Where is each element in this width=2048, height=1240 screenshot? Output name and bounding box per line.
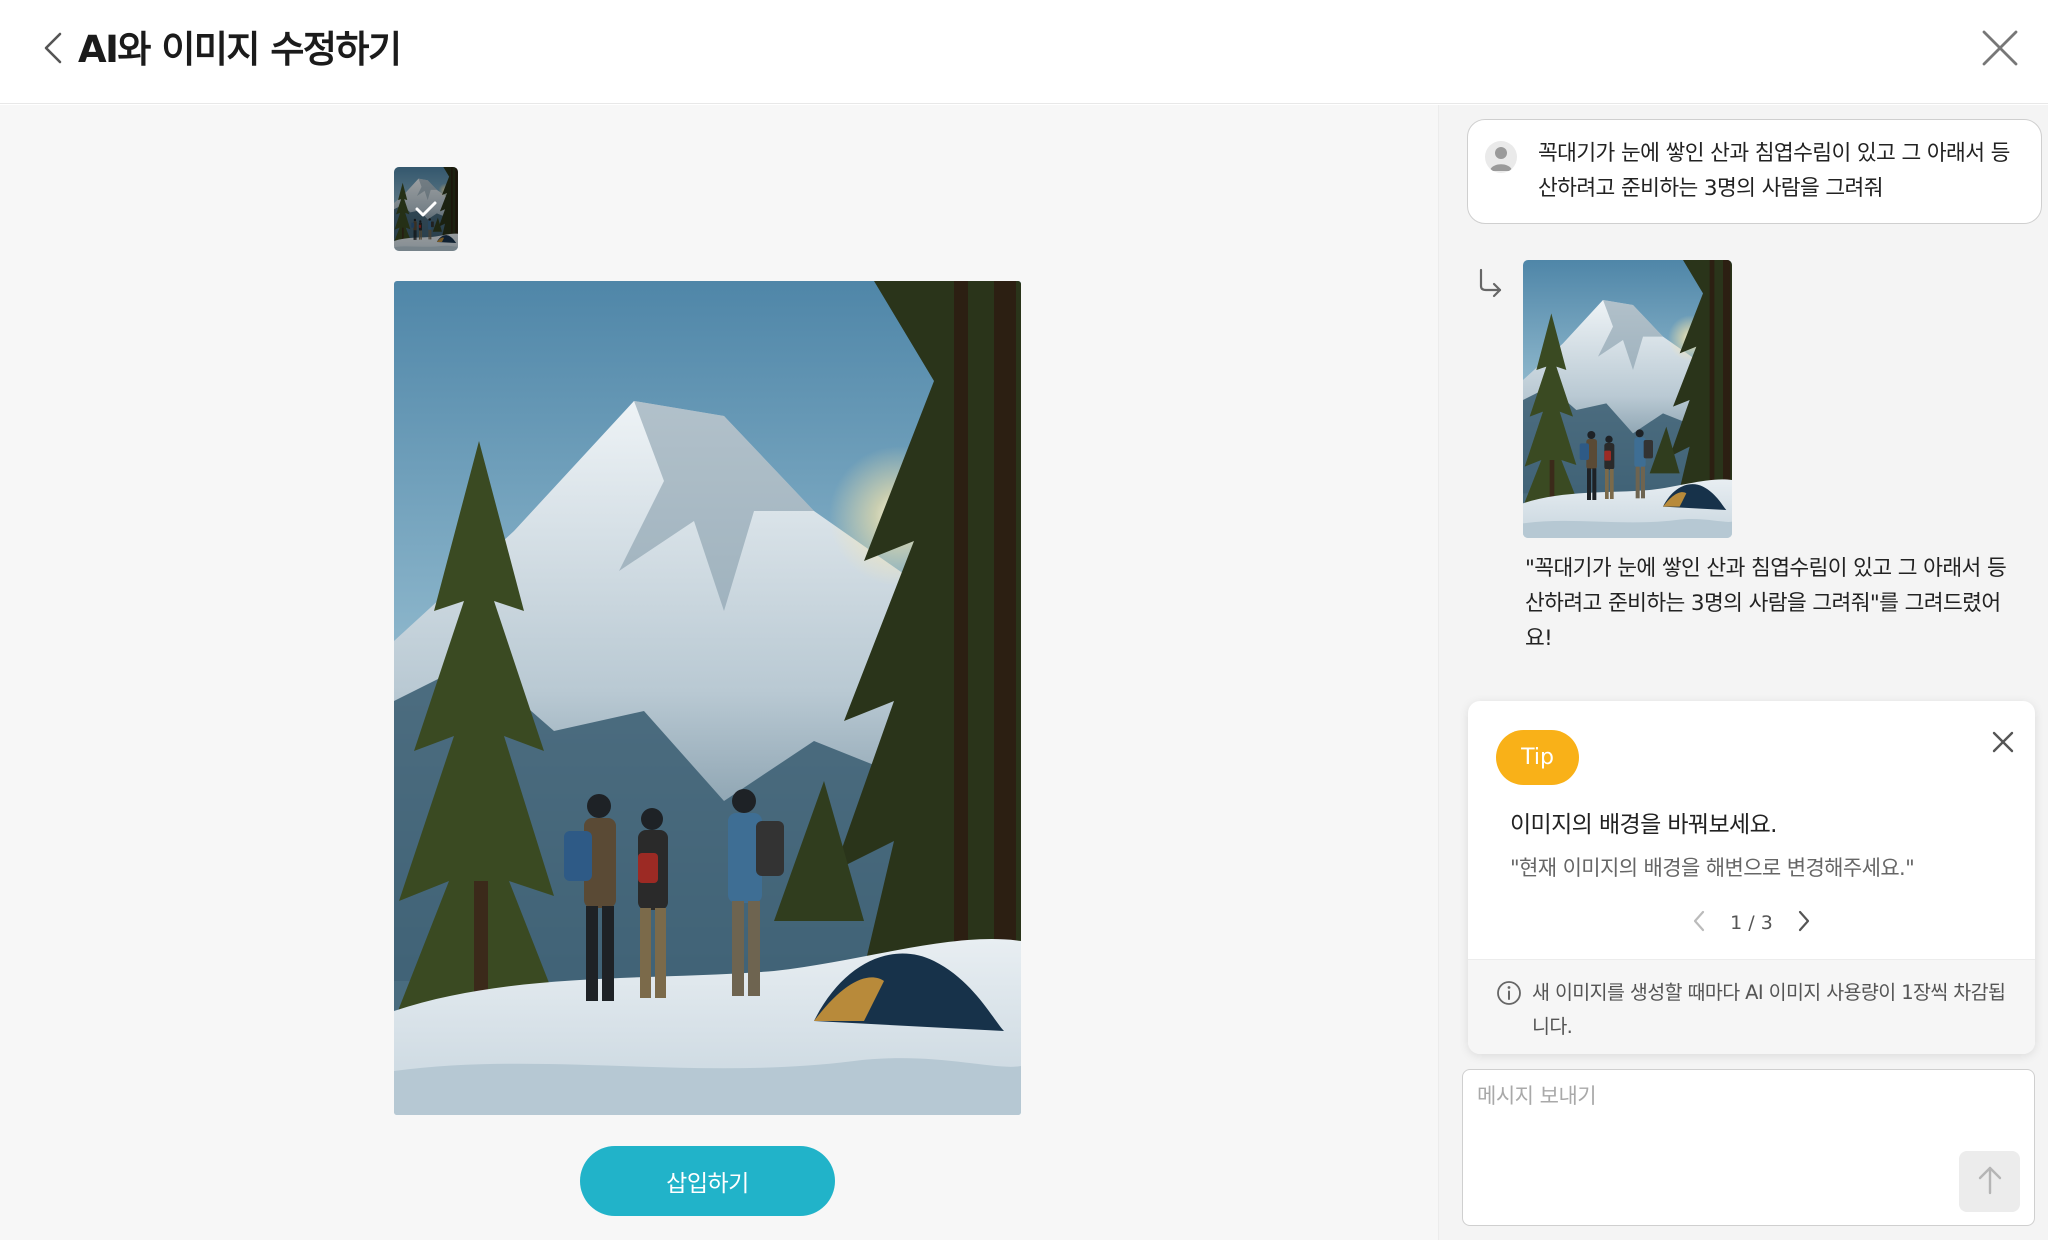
user-message-bubble: 꼭대기가 눈에 쌓인 산과 침엽수림이 있고 그 아래서 등산하려고 준비하는 … bbox=[1467, 119, 2042, 224]
user-message-text: 꼭대기가 눈에 쌓인 산과 침엽수림이 있고 그 아래서 등산하려고 준비하는 … bbox=[1538, 141, 2010, 201]
reply-arrow-icon bbox=[1476, 268, 1504, 298]
usage-notice-text: 새 이미지를 생성할 때마다 AI 이미지 사용량이 1장씩 차감됩니다. bbox=[1532, 981, 2006, 1038]
tip-close-button[interactable] bbox=[1985, 726, 2021, 762]
result-image-content bbox=[1523, 260, 1732, 538]
arrow-up-icon bbox=[1977, 1165, 2003, 1199]
close-button[interactable] bbox=[1978, 28, 2022, 72]
chevron-left-icon bbox=[42, 31, 64, 69]
generated-image-preview bbox=[394, 281, 1021, 1115]
close-icon bbox=[1992, 731, 2014, 757]
ai-response-text: "꼭대기가 눈에 쌓인 산과 침엽수림이 있고 그 아래서 등산하려고 준비하는… bbox=[1525, 556, 2007, 651]
selected-image-thumbnail[interactable] bbox=[394, 167, 458, 251]
insert-button[interactable]: 삽입하기 bbox=[580, 1146, 835, 1216]
info-icon bbox=[1496, 980, 1522, 1006]
page-title: AI와 이미지 수정하기 bbox=[78, 28, 402, 71]
message-input[interactable] bbox=[1477, 1080, 1977, 1140]
tip-page-indicator: 1 / 3 bbox=[1730, 912, 1773, 934]
tip-prev-button[interactable] bbox=[1684, 908, 1714, 938]
mountain-hikers-image bbox=[394, 281, 1021, 1115]
tip-example-prompt[interactable]: "현재 이미지의 배경을 해변으로 변경해주세요." bbox=[1510, 852, 1915, 882]
tip-badge: Tip bbox=[1496, 730, 1579, 785]
message-composer bbox=[1462, 1069, 2035, 1226]
tip-next-button[interactable] bbox=[1789, 908, 1819, 938]
check-icon bbox=[415, 200, 437, 218]
tip-card: Tip 이미지의 배경을 바꿔보세요. "현재 이미지의 배경을 해변으로 변경… bbox=[1468, 701, 2035, 1054]
tip-footer: 새 이미지를 생성할 때마다 AI 이미지 사용량이 1장씩 차감됩니다. bbox=[1468, 959, 2035, 1054]
user-avatar-icon bbox=[1485, 141, 1517, 173]
header-bar: AI와 이미지 수정하기 bbox=[0, 0, 2048, 104]
image-canvas-area: 삽입하기 bbox=[0, 105, 1438, 1240]
chevron-left-icon bbox=[1692, 910, 1706, 936]
tip-heading: 이미지의 배경을 바꿔보세요. bbox=[1510, 812, 1777, 838]
send-button[interactable] bbox=[1959, 1151, 2020, 1212]
chat-result-image[interactable] bbox=[1523, 260, 1732, 538]
thumbnail-selected-overlay bbox=[394, 167, 458, 251]
close-icon bbox=[1981, 29, 2019, 71]
back-button[interactable] bbox=[38, 30, 68, 70]
tip-pager: 1 / 3 bbox=[1468, 901, 2035, 945]
chevron-right-icon bbox=[1797, 910, 1811, 936]
